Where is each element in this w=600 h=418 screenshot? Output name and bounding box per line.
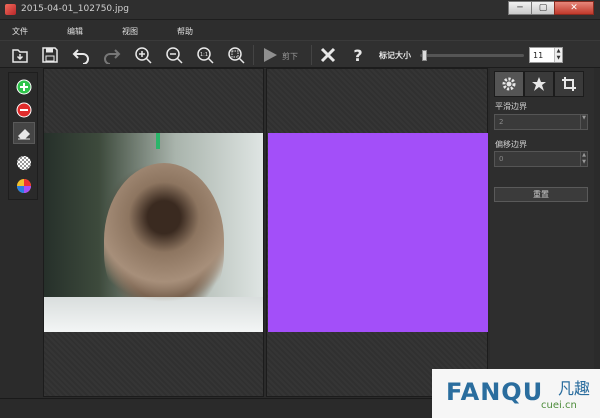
effects-tab[interactable] <box>524 71 554 97</box>
dropdown-arrow-icon[interactable]: ▼ <box>580 115 587 129</box>
zoom-fit-icon[interactable] <box>226 45 246 65</box>
tool-palette <box>8 72 38 200</box>
color-wheel-icon <box>17 179 31 193</box>
color-tool[interactable] <box>13 175 35 197</box>
add-foreground-icon <box>16 79 32 95</box>
result-pane[interactable] <box>266 68 488 397</box>
window-controls: ─ ▢ ✕ <box>508 1 594 15</box>
minimize-button[interactable]: ─ <box>508 1 532 15</box>
offset-edge-value: 0 <box>499 155 504 163</box>
original-image-pane[interactable] <box>43 68 264 397</box>
crop-icon <box>562 77 576 91</box>
settings-panel: 平滑边界 2 ▼ 偏移边界 0 ▲ ▼ 重置 <box>490 68 594 397</box>
menu-file[interactable]: 文件 <box>12 26 28 37</box>
reset-button[interactable]: 重置 <box>494 187 588 202</box>
offset-edge-label: 偏移边界 <box>495 140 527 149</box>
undo-icon[interactable] <box>71 45 91 65</box>
svg-text:?: ? <box>353 46 362 64</box>
svg-text:1:1: 1:1 <box>200 52 208 58</box>
cut-button-label[interactable]: 剪下 <box>282 51 298 62</box>
mask-preview <box>268 133 488 332</box>
source-photo[interactable] <box>44 133 263 332</box>
watermark-logo: FANQU 凡趣 cuei.cn <box>432 369 600 418</box>
remove-background-icon <box>16 102 32 118</box>
spin-arrows-icon[interactable]: ▲ ▼ <box>580 152 587 166</box>
star-icon <box>532 77 546 91</box>
toolbar: 1:1 剪下 ? 标记大小 11 ▲ ▼ <box>0 40 600 68</box>
brush-size-value: 11 <box>533 51 544 60</box>
crop-tab[interactable] <box>554 71 584 97</box>
close-button[interactable]: ✕ <box>554 1 594 15</box>
menu-help[interactable]: 帮助 <box>177 26 193 37</box>
play-icon[interactable] <box>260 45 280 65</box>
cancel-icon[interactable] <box>318 45 338 65</box>
brush-size-slider[interactable] <box>420 50 524 61</box>
smooth-edge-select[interactable]: 2 ▼ <box>494 114 588 130</box>
toolbar-separator <box>311 45 312 65</box>
menu-bar: 文件 编辑 视图 帮助 <box>0 20 600 40</box>
eraser-icon <box>18 129 30 140</box>
remove-background-tool[interactable] <box>13 99 35 121</box>
redo-icon[interactable] <box>102 45 122 65</box>
zoom-out-icon[interactable] <box>164 45 184 65</box>
settings-tab[interactable] <box>494 71 524 97</box>
open-icon[interactable] <box>10 45 30 65</box>
window-title: 2015-04-01_102750.jpg <box>21 4 129 14</box>
watermark-domain: cuei.cn <box>541 400 577 411</box>
slider-thumb[interactable] <box>422 50 427 61</box>
transparency-tool[interactable] <box>13 152 35 174</box>
watermark-cn: 凡趣 <box>558 379 591 398</box>
smooth-edge-value: 2 <box>499 118 504 126</box>
zoom-in-icon[interactable] <box>133 45 153 65</box>
smooth-edge-label: 平滑边界 <box>495 102 527 111</box>
brush-size-input[interactable]: 11 ▲ ▼ <box>529 47 563 63</box>
zoom-actual-icon[interactable]: 1:1 <box>195 45 215 65</box>
save-icon[interactable] <box>40 45 60 65</box>
spin-arrows-icon[interactable]: ▲ ▼ <box>554 48 562 62</box>
menu-edit[interactable]: 编辑 <box>67 26 83 37</box>
add-foreground-tool[interactable] <box>13 76 35 98</box>
puppy-subject <box>104 163 224 318</box>
help-icon[interactable]: ? <box>348 45 368 65</box>
eraser-tool[interactable] <box>13 122 35 144</box>
menu-view[interactable]: 视图 <box>122 26 138 37</box>
brush-size-label: 标记大小 <box>379 51 411 60</box>
offset-edge-spinner[interactable]: 0 ▲ ▼ <box>494 151 588 167</box>
watermark-brand: FANQU <box>446 378 544 406</box>
toolbar-separator <box>253 45 254 65</box>
app-icon <box>5 4 16 15</box>
transparency-icon <box>17 156 31 170</box>
maximize-button[interactable]: ▢ <box>531 1 555 15</box>
title-bar: 2015-04-01_102750.jpg ─ ▢ ✕ <box>0 0 600 20</box>
settings-icon <box>502 77 516 91</box>
